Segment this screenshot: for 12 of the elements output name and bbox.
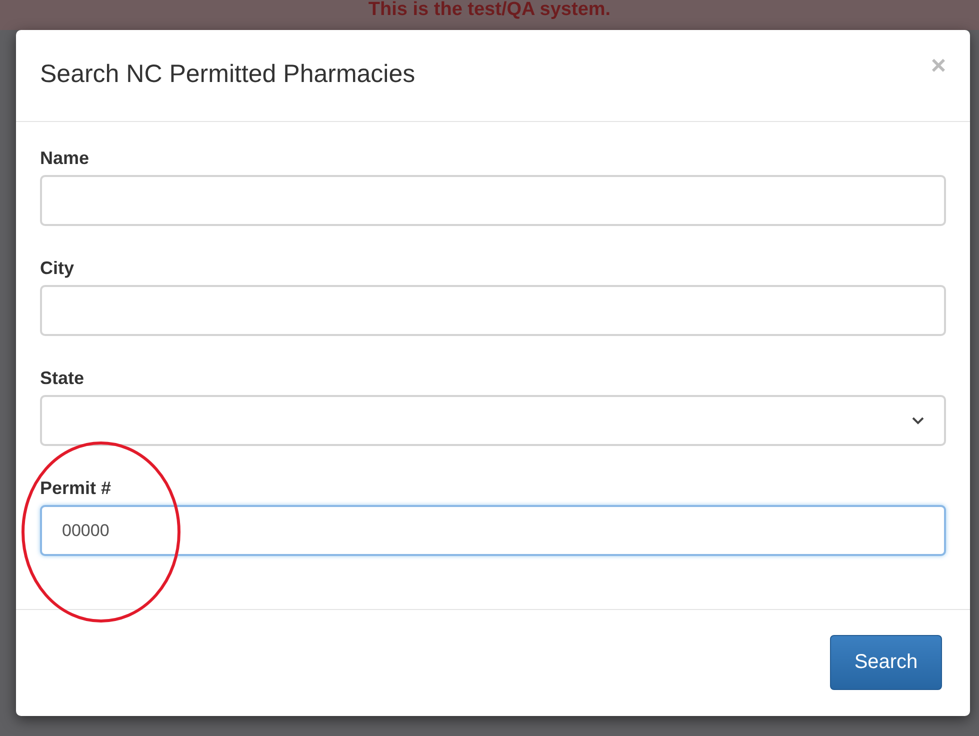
- input-field[interactable]: [40, 175, 946, 226]
- banner-text: This is the test/QA system.: [368, 0, 611, 22]
- field-label: State: [40, 368, 86, 389]
- field-label: Name: [40, 148, 90, 169]
- dialog-title: Search NC Permitted Pharmacies: [40, 60, 416, 89]
- search-button[interactable]: Search: [830, 635, 942, 690]
- state-dropdown[interactable]: [40, 395, 946, 446]
- input-field[interactable]: 00000: [40, 505, 946, 556]
- input-field[interactable]: [40, 285, 946, 336]
- field-label: City: [40, 258, 76, 279]
- field-label: Permit #: [40, 478, 112, 499]
- chevron-down-icon: [912, 416, 924, 424]
